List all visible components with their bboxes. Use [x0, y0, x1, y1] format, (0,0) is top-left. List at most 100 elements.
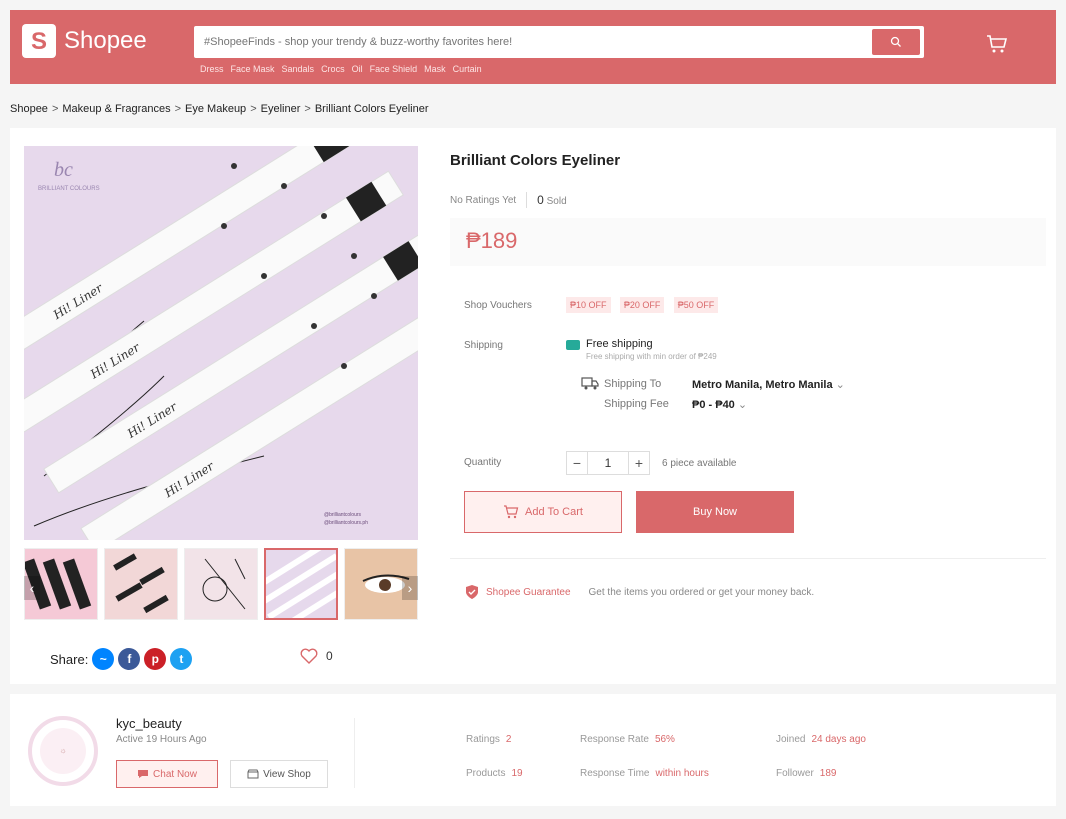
messenger-icon[interactable]: ~	[92, 648, 115, 670]
hot-keyword[interactable]: Mask	[424, 64, 446, 74]
shop-avatar[interactable]: ☼	[28, 716, 98, 786]
image-brand-text: BRILLIANT COLOURS	[38, 186, 100, 192]
breadcrumb: Shopee > Makeup & Fragrances > Eye Makeu…	[10, 103, 429, 115]
image-handle-text: @brilliantcolours.ph	[324, 520, 368, 526]
ratings-text[interactable]: No Ratings Yet	[450, 195, 516, 206]
thumbnail[interactable]	[104, 548, 178, 620]
breadcrumb-separator: >	[250, 103, 257, 115]
shop-name[interactable]: kyc_beauty	[116, 716, 182, 731]
rating-row: No Ratings Yet 0 Sold	[450, 192, 567, 208]
image-handle-text: @brilliantcolours	[324, 512, 362, 518]
free-shipping-title: Free shipping	[586, 338, 653, 350]
top-header: S Shopee Dress Face Mask Sandals Crocs O…	[10, 10, 1056, 84]
guarantee-desc: Get the items you ordered or get your mo…	[588, 586, 815, 598]
store-icon	[247, 769, 259, 779]
stat-products: Products 19	[466, 768, 523, 779]
hot-keyword[interactable]: Dress	[200, 64, 224, 74]
chat-icon	[138, 770, 149, 778]
view-shop-button[interactable]: View Shop	[230, 760, 328, 788]
free-shipping: Free shipping Free shipping with min ord…	[566, 338, 717, 361]
pinterest-icon[interactable]: p	[144, 648, 167, 670]
hot-keyword[interactable]: Face Shield	[370, 64, 418, 74]
truck-icon	[581, 377, 599, 390]
chat-now-label: Chat Now	[153, 768, 197, 780]
view-shop-label: View Shop	[263, 768, 311, 780]
add-to-cart-label: Add To Cart	[525, 506, 583, 518]
sold-count: 0	[537, 193, 544, 207]
avatar-image: ☼	[40, 728, 86, 774]
shopee-logo-icon[interactable]: S	[22, 24, 56, 58]
stat-response-rate: Response Rate 56%	[580, 734, 675, 745]
shipping-fee-key: Shipping Fee	[604, 398, 669, 410]
search-bar	[194, 26, 924, 58]
hot-keyword[interactable]: Crocs	[321, 64, 345, 74]
voucher-list: ₱10 OFF ₱20 OFF ₱50 OFF	[566, 297, 724, 313]
quantity-input[interactable]: 1	[588, 451, 628, 475]
pieces-available: 6 piece available	[662, 457, 737, 469]
voucher-tag[interactable]: ₱20 OFF	[619, 297, 665, 313]
share-label: Share:	[50, 651, 89, 667]
add-to-cart-button[interactable]: Add To Cart	[464, 491, 622, 533]
hot-keywords: Dress Face Mask Sandals Crocs Oil Face S…	[200, 64, 482, 74]
hot-keyword[interactable]: Sandals	[282, 64, 315, 74]
cart-icon[interactable]	[986, 34, 1008, 54]
hot-keyword[interactable]: Face Mask	[231, 64, 275, 74]
shop-active-status: Active 19 Hours Ago	[116, 734, 207, 745]
stat-response-time: Response Time within hours	[580, 768, 709, 779]
search-button[interactable]	[872, 29, 920, 55]
search-input[interactable]	[204, 26, 864, 58]
thumbnail[interactable]	[184, 548, 258, 620]
facebook-icon[interactable]: f	[118, 648, 141, 670]
guarantee-title[interactable]: Shopee Guarantee	[486, 587, 571, 598]
favorite-section[interactable]: 0	[300, 648, 333, 664]
heart-icon[interactable]	[300, 648, 318, 664]
shipping-fee-value[interactable]: ₱0 - ₱40 ⌄	[692, 398, 747, 411]
quantity-label: Quantity	[464, 457, 502, 468]
quantity-decrease-button[interactable]: −	[566, 451, 588, 475]
thumbnail-prev-arrow[interactable]: ‹	[24, 576, 40, 600]
breadcrumb-link[interactable]: Eye Makeup	[185, 103, 246, 115]
sold-label: Sold	[546, 196, 567, 207]
shipping-label: Shipping	[464, 340, 503, 351]
hot-keyword[interactable]: Curtain	[453, 64, 482, 74]
free-shipping-icon	[566, 340, 580, 350]
breadcrumb-link[interactable]: Eyeliner	[261, 103, 301, 115]
hot-keyword[interactable]: Oil	[352, 64, 363, 74]
price-box: ₱189	[450, 218, 1046, 266]
product-title: Brilliant Colors Eyeliner	[450, 152, 621, 169]
shipping-to-key: Shipping To	[604, 378, 662, 390]
breadcrumb-link[interactable]: Shopee	[10, 103, 48, 115]
shopee-logo-text[interactable]: Shopee	[64, 26, 147, 56]
free-shipping-desc: Free shipping with min order of ₱249	[586, 352, 717, 361]
voucher-tag[interactable]: ₱50 OFF	[673, 297, 719, 313]
stat-ratings: Ratings 2	[466, 734, 512, 745]
breadcrumb-separator: >	[304, 103, 311, 115]
svg-text:bc: bc	[54, 159, 73, 181]
quantity-increase-button[interactable]: +	[628, 451, 650, 475]
buy-now-button[interactable]: Buy Now	[636, 491, 794, 533]
breadcrumb-separator: >	[174, 103, 182, 115]
chat-now-button[interactable]: Chat Now	[116, 760, 218, 788]
voucher-tag[interactable]: ₱10 OFF	[566, 297, 611, 313]
shop-card: ☼ kyc_beauty Active 19 Hours Ago Chat No…	[10, 694, 1056, 806]
share-section: Share: ~ f p t	[50, 648, 193, 670]
shipping-to-value[interactable]: Metro Manila, Metro Manila ⌄	[692, 378, 845, 391]
search-icon	[890, 36, 901, 47]
breadcrumb-link[interactable]: Makeup & Fragrances	[62, 103, 170, 115]
divider	[354, 718, 355, 788]
shop-vouchers-label: Shop Vouchers	[464, 300, 532, 311]
thumbnail-active[interactable]	[264, 548, 338, 620]
stat-followers: Follower 189	[776, 768, 837, 779]
product-card: bc BRILLIANT COLOURS Hi! Liner Hi! Liner…	[10, 128, 1056, 684]
breadcrumb-current: Brilliant Colors Eyeliner	[314, 103, 429, 115]
twitter-icon[interactable]: t	[170, 648, 193, 670]
thumbnail-next-arrow[interactable]: ›	[402, 576, 418, 600]
product-price: ₱189	[466, 228, 518, 253]
quantity-stepper: − 1 + 6 piece available	[566, 451, 737, 475]
sold-info: 0 Sold	[537, 193, 566, 207]
divider	[450, 558, 1046, 559]
stat-joined: Joined 24 days ago	[776, 734, 866, 745]
shopee-guarantee: Shopee Guarantee Get the items you order…	[464, 584, 814, 600]
thumbnail-strip	[24, 548, 418, 620]
product-main-image[interactable]: bc BRILLIANT COLOURS Hi! Liner Hi! Liner…	[24, 146, 418, 540]
